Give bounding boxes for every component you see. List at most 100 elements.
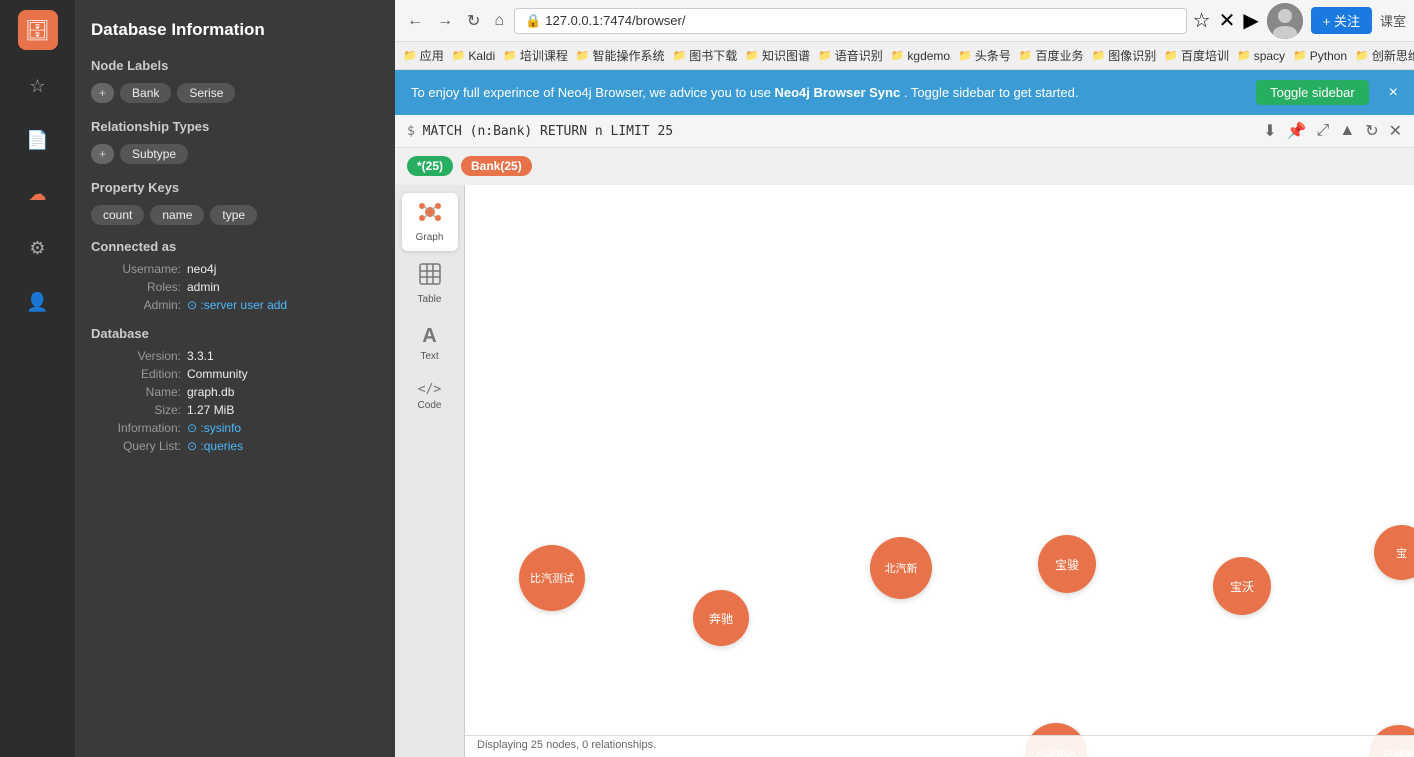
roles-value: admin [187,280,220,294]
version-label: Version: [91,349,181,363]
toggle-sidebar-button[interactable]: Toggle sidebar [1256,80,1369,105]
text-tool-label: Text [420,351,438,362]
bookmark-kg[interactable]: 知识图谱 [745,47,810,64]
nav-star[interactable]: ☆ [20,68,56,104]
banner-close-button[interactable]: × [1389,84,1398,102]
node-label-serise[interactable]: Serise [177,83,235,103]
bookmark-ai-os[interactable]: 智能操作系统 [576,47,665,64]
bookmark-spacy[interactable]: spacy [1237,49,1285,63]
db-name-value: graph.db [187,385,234,399]
refresh-button[interactable]: ↻ [463,9,484,33]
node-beiqixin[interactable]: 北汽新 [870,537,932,599]
nav-user[interactable]: 👤 [20,284,56,320]
bookmark-speech[interactable]: 语音识别 [818,47,883,64]
info-value[interactable]: :sysinfo [187,421,241,435]
property-keys-row: count name type [91,205,379,225]
property-keys-heading: Property Keys [91,180,379,195]
edition-label: Edition: [91,367,181,381]
node-labels-row: + Bank Serise [91,83,379,103]
table-icon [419,263,441,291]
table-tool-button[interactable]: Table [402,255,458,313]
node-label-plus[interactable]: + [91,83,114,103]
home-button[interactable]: ⌂ [490,10,508,32]
prop-key-name[interactable]: name [150,205,204,225]
expand-icon[interactable]: ⤢ [1317,122,1330,140]
code-icon: </> [418,382,441,397]
graph-tool-button[interactable]: Graph [402,193,458,251]
text-tool-button[interactable]: A Text [402,317,458,370]
classroom-link[interactable]: 课室 [1380,11,1406,30]
forward-button[interactable]: → [433,10,457,32]
node-baowei[interactable]: 宝沃 [1213,557,1271,615]
tag-bank-nodes[interactable]: Bank(25) [461,156,532,176]
code-tool-label: Code [418,400,442,411]
query-panel: Graph Table [395,185,1414,757]
node-labels-heading: Node Labels [91,58,379,73]
nav-page[interactable]: 📄 [20,122,56,158]
bookmark-innovation[interactable]: 创新思维 [1355,47,1414,64]
bookmark-baidu-train[interactable]: 百度培训 [1164,47,1229,64]
menu-icon[interactable]: ▶ [1243,8,1258,33]
pin-icon[interactable]: 📌 [1287,121,1307,141]
info-row: Information: :sysinfo [91,421,379,435]
bookmark-image-recog[interactable]: 图像识别 [1092,47,1157,64]
lock-icon: 🔒 [525,13,541,29]
query-list-row: Query List: :queries [91,439,379,453]
database-section: Database Version: 3.3.1 Edition: Communi… [91,326,379,453]
node-baojun[interactable]: 宝骏 [1038,535,1096,593]
info-banner: To enjoy full experince of Neo4j Browser… [395,70,1414,115]
rel-type-subtype[interactable]: Subtype [120,144,188,164]
username-label: Username: [91,262,181,276]
close-result-icon[interactable]: ✕ [1389,121,1402,141]
address-bar[interactable]: 🔒 127.0.0.1:7474/browser/ [514,8,1187,34]
prop-key-type[interactable]: type [210,205,257,225]
rel-type-plus[interactable]: + [91,144,114,164]
bookmark-icon[interactable]: ☆ [1193,8,1211,33]
admin-label: Admin: [91,298,181,312]
bookmark-toutiao[interactable]: 头条号 [958,47,1011,64]
close-tab-icon[interactable]: ✕ [1219,8,1236,33]
bookmark-books[interactable]: 图书下载 [673,47,738,64]
browser-bar: ← → ↻ ⌂ 🔒 127.0.0.1:7474/browser/ ☆ ✕ ▶ … [395,0,1414,42]
neo4j-content: To enjoy full experince of Neo4j Browser… [395,70,1414,757]
graph-icon [419,201,441,229]
nav-gear[interactable]: ⚙ [20,230,56,266]
tool-sidebar: Graph Table [395,185,465,757]
admin-value[interactable]: :server user add [187,298,287,312]
db-panel: Database Information Node Labels + Bank … [75,0,395,757]
refresh-query-icon[interactable]: ↻ [1365,121,1378,141]
bookmark-kaldi[interactable]: Kaldi [452,49,495,63]
size-value: 1.27 MiB [187,403,234,417]
bookmarks-bar: 应用 Kaldi 培训课程 智能操作系统 图书下载 知识图谱 语音识别 kgde… [395,42,1414,70]
nav-cloud[interactable]: ☁ [20,176,56,212]
banner-actions: Toggle sidebar × [1256,80,1398,105]
version-value: 3.3.1 [187,349,214,363]
tag-all-nodes[interactable]: *(25) [407,156,453,176]
chevron-up-icon[interactable]: ▲ [1339,122,1355,140]
browser-wrapper: ← → ↻ ⌂ 🔒 127.0.0.1:7474/browser/ ☆ ✕ ▶ … [395,0,1414,757]
bookmark-kgdemo[interactable]: kgdemo [891,49,950,63]
query-header: $ MATCH (n:Bank) RETURN n LIMIT 25 ⬇ 📌 ⤢… [395,115,1414,148]
username-row: Username: neo4j [91,262,379,276]
follow-button[interactable]: + 关注 [1311,7,1372,34]
download-icon[interactable]: ⬇ [1263,121,1276,141]
banner-bold-text: Neo4j Browser Sync [774,85,900,100]
bookmark-python[interactable]: Python [1293,49,1347,63]
bookmark-apps[interactable]: 应用 [403,47,444,64]
edition-row: Edition: Community [91,367,379,381]
back-button[interactable]: ← [403,10,427,32]
node-biqiceshi[interactable]: 比汽测试 [519,545,585,611]
graph-tool-label: Graph [416,232,444,243]
node-label-bank[interactable]: Bank [120,83,171,103]
bookmark-baidu-biz[interactable]: 百度业务 [1019,47,1084,64]
prop-key-count[interactable]: count [91,205,144,225]
browser-right: ☆ ✕ ▶ + 关注 课室 [1193,3,1406,39]
node-benchi[interactable]: 奔驰 [693,590,749,646]
node-right1[interactable]: 宝 [1374,525,1414,580]
code-tool-button[interactable]: </> Code [402,374,458,419]
bookmark-training[interactable]: 培训课程 [503,47,568,64]
banner-text: To enjoy full experince of Neo4j Browser… [411,85,1078,100]
database-heading: Database [91,326,379,341]
query-list-value[interactable]: :queries [187,439,243,453]
db-name-row: Name: graph.db [91,385,379,399]
